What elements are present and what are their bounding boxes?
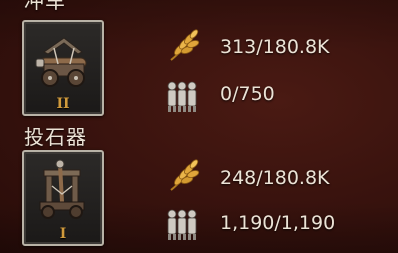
unit-card-catapult[interactable]: I	[22, 150, 104, 246]
battering-ram-icon	[35, 37, 87, 87]
troops-value: 1,190/1,190	[220, 212, 336, 234]
soldiers-icon	[167, 81, 197, 112]
soldiers-icon	[167, 209, 197, 240]
unit-name: 冲车	[24, 0, 66, 13]
unit-card-battering-ram[interactable]: II	[22, 20, 104, 116]
food-value: 313/180.8K	[220, 36, 330, 58]
unit-row-catapult: 投石器 I 248/180.8K 1,190/1,190	[0, 120, 398, 253]
unit-row-battering-ram: 冲车 II 313/180.8K 0/750	[0, 0, 398, 120]
unit-tier-badge: II	[56, 96, 70, 112]
unit-tier-badge: I	[59, 226, 67, 242]
unit-name: 投石器	[24, 125, 87, 149]
troops-value: 0/750	[220, 83, 275, 105]
catapult-icon	[39, 159, 85, 219]
wheat-icon	[170, 159, 200, 191]
unit-list-panel: 冲车 II 313/180.8K 0/750 投石器 I 248/180.8K …	[0, 0, 398, 253]
wheat-icon	[170, 29, 200, 61]
food-value: 248/180.8K	[220, 167, 330, 189]
